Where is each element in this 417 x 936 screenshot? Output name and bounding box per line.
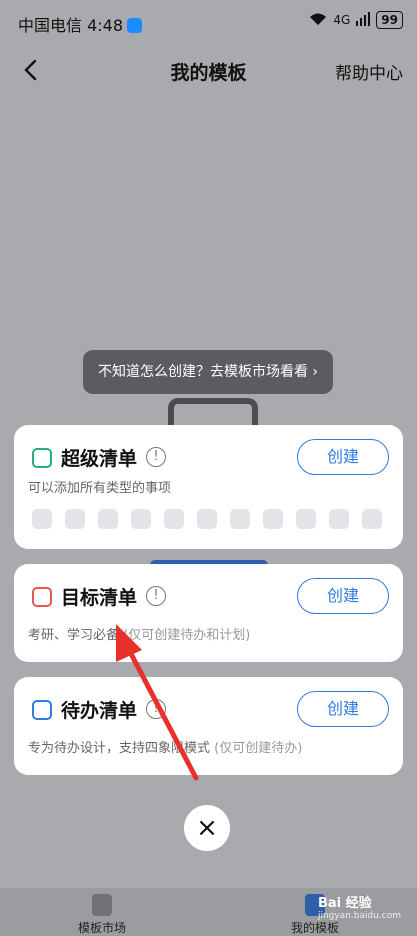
watermark-url: jingyan.baidu.com	[317, 911, 401, 921]
watermark: Bai 经验 jingyan.baidu.com	[318, 892, 401, 921]
annotation-arrow	[116, 624, 199, 781]
tab-label: 模板市场	[77, 921, 126, 935]
tab-template-market[interactable]: 模板市场	[42, 888, 162, 936]
close-button[interactable]: ×	[184, 805, 230, 851]
market-icon	[92, 894, 112, 916]
watermark-brand: Bai 经验	[317, 896, 372, 911]
tab-label: 我的模板	[290, 921, 339, 935]
